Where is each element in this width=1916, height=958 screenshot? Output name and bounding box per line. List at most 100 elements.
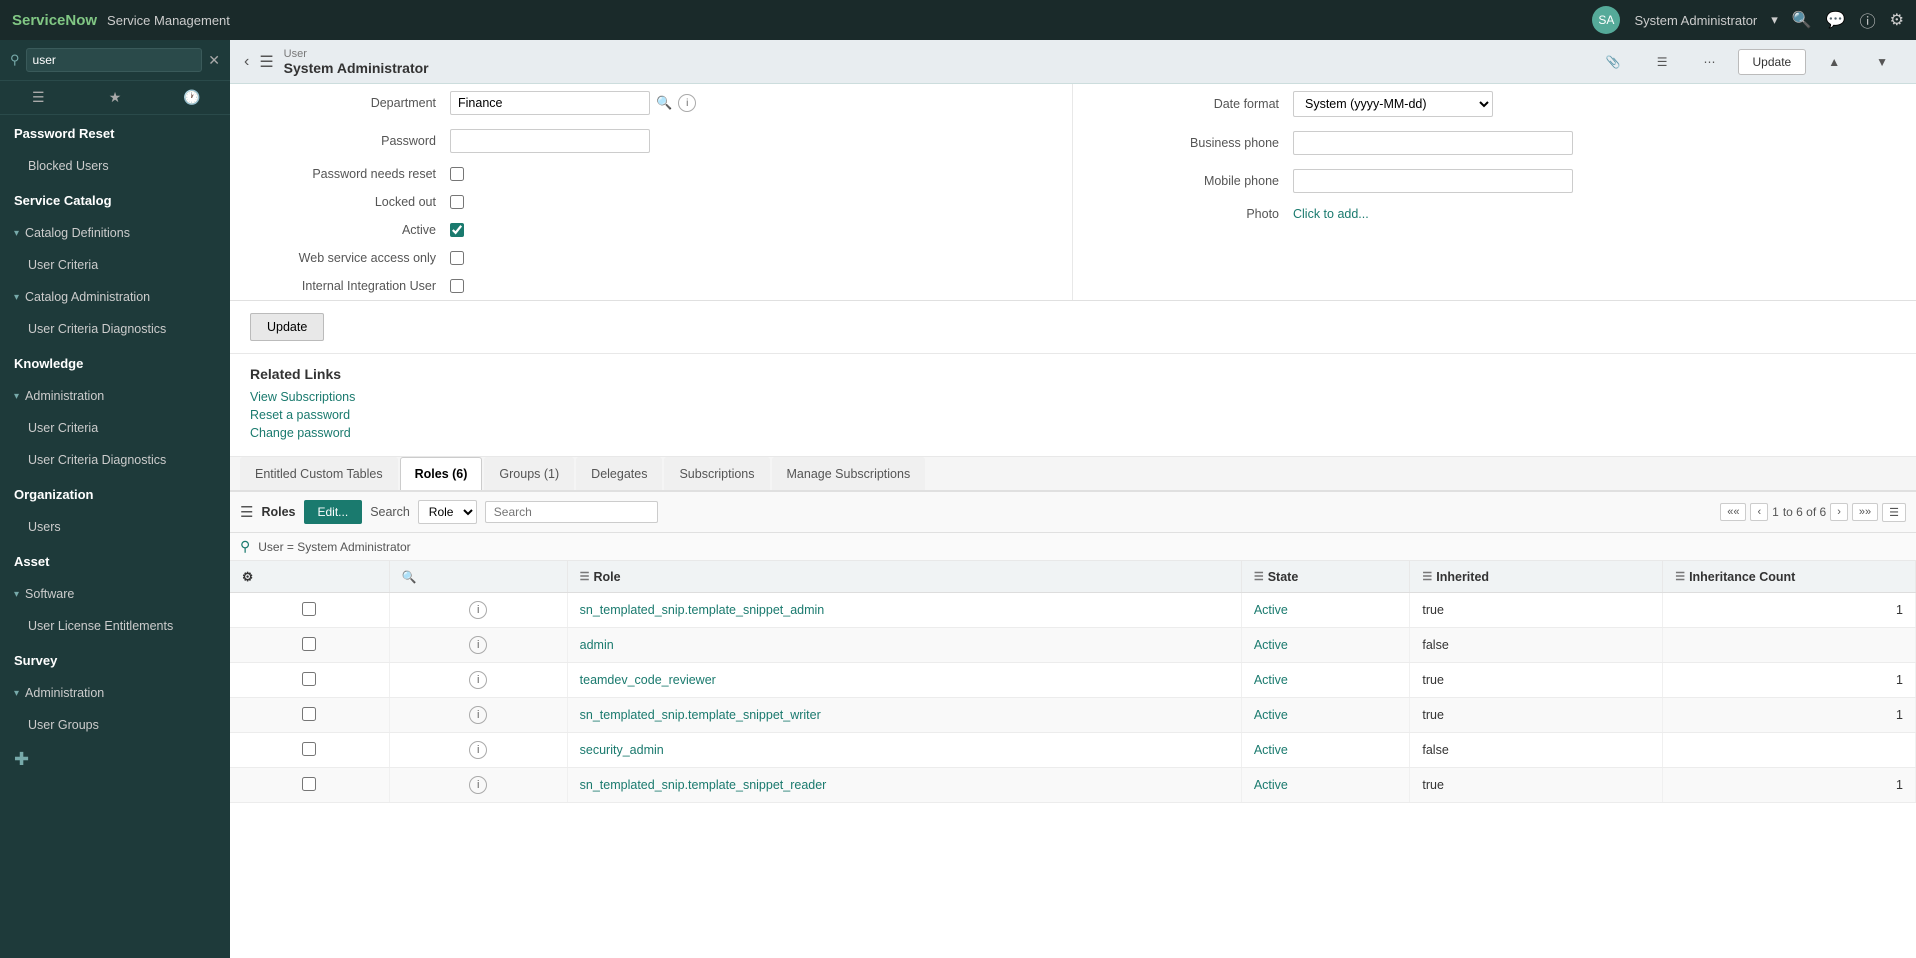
view-subscriptions-link[interactable]: View Subscriptions	[250, 390, 1896, 404]
table-search-input[interactable]	[485, 501, 658, 523]
department-search-icon[interactable]: 🔍	[656, 95, 672, 111]
row-info-icon[interactable]: i	[469, 776, 487, 794]
hamburger-menu-icon[interactable]: ☰	[259, 52, 273, 72]
state-col-header[interactable]: ☰ State	[1241, 561, 1410, 593]
help-icon[interactable]: ⓘ	[1860, 8, 1876, 32]
password-input[interactable]	[450, 129, 650, 153]
sidebar-item-knowledge[interactable]: Knowledge	[0, 345, 230, 380]
row-select-checkbox[interactable]	[302, 742, 316, 756]
tab-manage-subscriptions[interactable]: Manage Subscriptions	[772, 457, 926, 490]
clear-search-icon[interactable]: ✕	[208, 52, 220, 69]
sidebar-item-blocked-users[interactable]: Blocked Users	[0, 150, 230, 182]
role-filter-select[interactable]: Role	[418, 500, 477, 524]
next-page-btn[interactable]: ›	[1830, 503, 1848, 521]
update-button-top[interactable]: Update	[1738, 49, 1807, 75]
prev-page-btn[interactable]: ‹	[1750, 503, 1768, 521]
date-format-select[interactable]: System (yyyy-MM-dd)	[1293, 91, 1493, 117]
role-link[interactable]: admin	[580, 638, 614, 652]
sidebar-item-user-criteria-admin[interactable]: User Criteria	[0, 412, 230, 444]
change-password-link[interactable]: Change password	[250, 426, 1896, 440]
active-checkbox[interactable]	[450, 223, 464, 237]
row-select-checkbox[interactable]	[302, 672, 316, 686]
sidebar-item-asset[interactable]: Asset	[0, 543, 230, 578]
form-settings-icon[interactable]: ☰	[1643, 50, 1682, 74]
sidebar-item-user-criteria-diagnostics-1[interactable]: User Criteria Diagnostics	[0, 313, 230, 345]
count-col-header[interactable]: ☰ Inheritance Count	[1663, 561, 1916, 593]
row-info-icon[interactable]: i	[469, 636, 487, 654]
state-link[interactable]: Active	[1254, 708, 1288, 722]
web-service-access-only-checkbox[interactable]	[450, 251, 464, 265]
state-link[interactable]: Active	[1254, 673, 1288, 687]
department-input[interactable]	[450, 91, 650, 115]
sidebar-nav-icon[interactable]: ☰	[0, 81, 77, 114]
state-link[interactable]: Active	[1254, 743, 1288, 757]
role-link[interactable]: sn_templated_snip.template_snippet_reade…	[580, 778, 827, 792]
search-icon[interactable]: 🔍	[1792, 10, 1812, 30]
tab-roles[interactable]: Roles (6)	[400, 457, 483, 490]
sidebar-item-survey[interactable]: Survey	[0, 642, 230, 677]
table-toggle-btn[interactable]: ☰	[1882, 503, 1906, 522]
user-dropdown-icon[interactable]: ▾	[1771, 12, 1778, 28]
row-select-checkbox[interactable]	[302, 777, 316, 791]
internal-integration-user-checkbox[interactable]	[450, 279, 464, 293]
row-select-checkbox[interactable]	[302, 602, 316, 616]
sidebar-item-software[interactable]: ▾ Software	[0, 578, 230, 610]
row-info-icon[interactable]: i	[469, 741, 487, 759]
first-page-btn[interactable]: ««	[1720, 503, 1746, 521]
sidebar-item-administration-1[interactable]: ▾ Administration	[0, 380, 230, 412]
sidebar-item-catalog-definitions[interactable]: ▾ Catalog Definitions	[0, 217, 230, 249]
inherited-col-header[interactable]: ☰ Inherited	[1410, 561, 1663, 593]
sidebar-item-organization[interactable]: Organization	[0, 476, 230, 511]
role-link[interactable]: teamdev_code_reviewer	[580, 673, 716, 687]
state-link[interactable]: Active	[1254, 603, 1288, 617]
navigate-next-icon[interactable]: ▼	[1862, 50, 1902, 74]
row-select-checkbox[interactable]	[302, 707, 316, 721]
role-link[interactable]: security_admin	[580, 743, 664, 757]
department-info-icon[interactable]: i	[678, 94, 696, 112]
row-select-checkbox[interactable]	[302, 637, 316, 651]
overflow-menu-icon[interactable]: ⋯	[1690, 50, 1730, 74]
locked-out-checkbox[interactable]	[450, 195, 464, 209]
sidebar-add-btn[interactable]: ✚	[0, 741, 230, 778]
business-phone-input[interactable]	[1293, 131, 1573, 155]
tab-subscriptions[interactable]: Subscriptions	[664, 457, 769, 490]
sidebar-item-administration-2[interactable]: ▾ Administration	[0, 677, 230, 709]
photo-link[interactable]: Click to add...	[1293, 207, 1369, 221]
chat-icon[interactable]: 💬	[1826, 10, 1846, 30]
role-link[interactable]: sn_templated_snip.template_snippet_admin	[580, 603, 825, 617]
tab-groups[interactable]: Groups (1)	[484, 457, 574, 490]
sidebar-item-user-criteria-catalog[interactable]: User Criteria	[0, 249, 230, 281]
sidebar-star-icon[interactable]: ★	[77, 81, 154, 114]
sidebar-item-user-license-entitlements[interactable]: User License Entitlements	[0, 610, 230, 642]
reset-password-link[interactable]: Reset a password	[250, 408, 1896, 422]
sidebar-item-password-reset[interactable]: Password Reset	[0, 115, 230, 150]
row-info-icon[interactable]: i	[469, 706, 487, 724]
attachment-icon[interactable]: 📎	[1592, 50, 1635, 74]
back-button[interactable]: ‹	[244, 53, 249, 71]
password-needs-reset-checkbox[interactable]	[450, 167, 464, 181]
sidebar-item-service-catalog[interactable]: Service Catalog	[0, 182, 230, 217]
search-col-icon[interactable]: 🔍	[402, 570, 417, 584]
sidebar-item-user-criteria-diagnostics-2[interactable]: User Criteria Diagnostics	[0, 444, 230, 476]
edit-button[interactable]: Edit...	[304, 500, 363, 524]
state-link[interactable]: Active	[1254, 778, 1288, 792]
role-col-header[interactable]: ☰ Role	[567, 561, 1241, 593]
sidebar-history-icon[interactable]: 🕐	[153, 81, 230, 114]
last-page-btn[interactable]: »»	[1852, 503, 1878, 521]
sidebar-search-input[interactable]	[26, 48, 203, 72]
settings-col-icon[interactable]: ⚙	[242, 570, 253, 584]
table-menu-icon[interactable]: ☰	[240, 503, 253, 521]
sidebar-item-users[interactable]: Users	[0, 511, 230, 543]
mobile-phone-input[interactable]	[1293, 169, 1573, 193]
sidebar-item-catalog-administration[interactable]: ▾ Catalog Administration	[0, 281, 230, 313]
role-link[interactable]: sn_templated_snip.template_snippet_write…	[580, 708, 821, 722]
update-button-main[interactable]: Update	[250, 313, 324, 341]
tab-delegates[interactable]: Delegates	[576, 457, 662, 490]
settings-icon[interactable]: ⚙	[1890, 10, 1904, 30]
sidebar-item-user-groups[interactable]: User Groups	[0, 709, 230, 741]
navigate-prev-icon[interactable]: ▲	[1814, 50, 1854, 74]
tab-entitled-custom-tables[interactable]: Entitled Custom Tables	[240, 457, 398, 490]
row-info-icon[interactable]: i	[469, 601, 487, 619]
state-link[interactable]: Active	[1254, 638, 1288, 652]
row-info-icon[interactable]: i	[469, 671, 487, 689]
